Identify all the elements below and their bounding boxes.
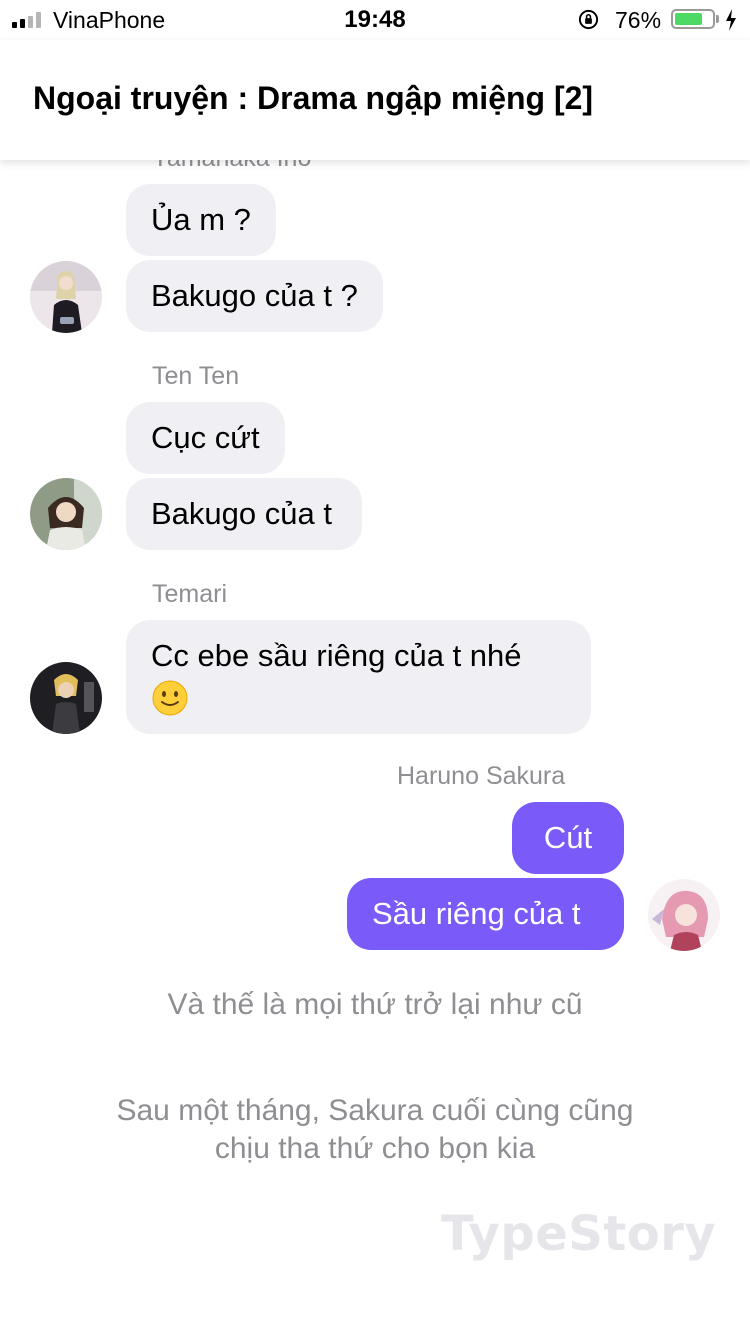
- sender-name-tenten: Ten Ten: [152, 362, 240, 390]
- header: Ngoại truyện : Drama ngập miệng [2]: [0, 40, 750, 160]
- battery-percent: 76%: [615, 7, 662, 33]
- avatar-ino[interactable]: [30, 261, 102, 333]
- narration-text: Sau một tháng, Sakura cuối cùng cũng: [116, 1094, 634, 1127]
- narration-text: chịu tha thứ cho bọn kia: [214, 1132, 536, 1165]
- message-bubble[interactable]: Cc ebe sầu riêng của t nhé: [126, 620, 591, 734]
- status-bar: VinaPhone 19:48 76%: [0, 0, 750, 40]
- battery-cap: [716, 15, 719, 23]
- slightly-smiling-face-icon: [152, 680, 188, 716]
- sender-name-sakura: Haruno Sakura: [397, 762, 566, 790]
- battery-fill: [675, 13, 702, 25]
- message-bubble-outgoing[interactable]: Sầu riêng của t: [347, 878, 624, 950]
- avatar-temari[interactable]: [30, 662, 102, 734]
- message-bubble[interactable]: Bakugo của t ?: [126, 260, 383, 332]
- narration-text: Và thế là mọi thứ trở lại như cũ: [167, 988, 583, 1021]
- message-bubble[interactable]: Ủa m ?: [126, 184, 276, 256]
- orientation-lock-icon: [578, 9, 599, 30]
- page-title: Ngoại truyện : Drama ngập miệng [2]: [33, 80, 594, 116]
- sender-name-ino: Yamanaka Ino: [152, 160, 311, 173]
- avatar-sakura[interactable]: [648, 879, 720, 951]
- message-bubble[interactable]: Cục cứt: [126, 402, 285, 474]
- chat-area[interactable]: Yamanaka Ino Ủa m ? Bakugo của t ? Ten T…: [0, 160, 750, 1334]
- charging-bolt-icon: [726, 9, 736, 31]
- avatar-tenten[interactable]: [30, 478, 102, 550]
- sender-name-temari: Temari: [152, 580, 228, 608]
- message-bubble[interactable]: Bakugo của t: [126, 478, 362, 550]
- battery-icon: [671, 9, 715, 29]
- message-text: Cc ebe sầu riêng của t nhé: [151, 638, 522, 673]
- message-bubble-outgoing[interactable]: Cút: [512, 802, 624, 874]
- watermark-logo: TypeStory: [441, 1206, 717, 1262]
